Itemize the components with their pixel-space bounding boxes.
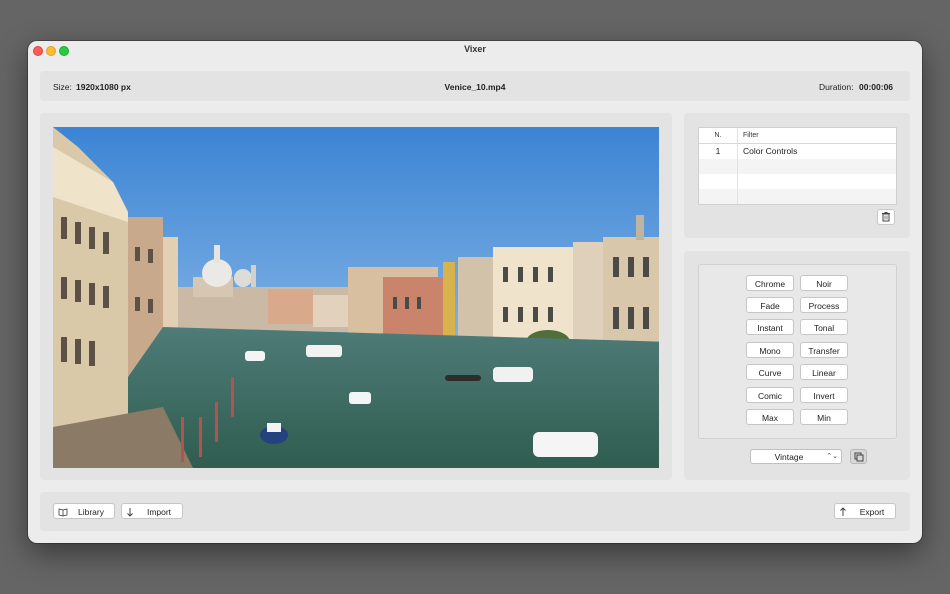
app-window: Vixer Size: 1920x1080 px Venice_10.mp4 D…: [28, 41, 922, 543]
export-button-label: Export: [859, 507, 885, 517]
column-header-number[interactable]: N.: [699, 128, 738, 143]
preset-select-value: Vintage: [774, 452, 804, 462]
file-name: Venice_10.mp4: [444, 82, 506, 92]
copy-icon: [854, 452, 864, 462]
preset-max-button[interactable]: Max: [746, 409, 794, 425]
preset-comic-button[interactable]: Comic: [746, 387, 794, 403]
filters-panel: N. Filter 1 Color Controls: [684, 113, 910, 238]
preset-fade-button[interactable]: Fade: [746, 297, 794, 313]
info-bar: Size: 1920x1080 px Venice_10.mp4 Duratio…: [40, 71, 910, 101]
preset-mono-button[interactable]: Mono: [746, 342, 794, 358]
duration-label: Duration:: [819, 82, 854, 92]
chevron-updown-icon: ⌃⌄: [826, 453, 838, 460]
table-row-empty: [699, 174, 896, 189]
row-filter-name: Color Controls: [743, 146, 798, 156]
table-row-empty: [699, 189, 896, 204]
column-header-filter[interactable]: Filter: [743, 128, 759, 143]
preset-invert-button[interactable]: Invert: [800, 387, 848, 403]
delete-filter-button[interactable]: [877, 209, 895, 225]
window-title: Vixer: [464, 44, 486, 54]
filter-table[interactable]: N. Filter 1 Color Controls: [698, 127, 897, 205]
arrow-down-icon: [127, 508, 133, 517]
presets-panel: Chrome Noir Fade Process Instant Tonal M…: [684, 251, 910, 480]
preset-linear-button[interactable]: Linear: [800, 364, 848, 380]
book-icon: [58, 508, 68, 517]
preset-curve-button[interactable]: Curve: [746, 364, 794, 380]
library-button-label: Library: [78, 507, 104, 517]
table-row-empty: [699, 159, 896, 174]
duration-value: 00:00:06: [859, 82, 894, 92]
video-preview[interactable]: [53, 127, 659, 468]
preset-tonal-button[interactable]: Tonal: [800, 319, 848, 335]
venice-canal-image: [53, 127, 659, 468]
import-button[interactable]: Import: [121, 503, 183, 519]
preset-process-button[interactable]: Process: [800, 297, 848, 313]
trash-icon: [882, 212, 890, 222]
preset-min-button[interactable]: Min: [800, 409, 848, 425]
table-row[interactable]: 1 Color Controls: [699, 144, 896, 159]
preset-instant-button[interactable]: Instant: [746, 319, 794, 335]
library-button[interactable]: Library: [53, 503, 115, 519]
table-header: N. Filter: [699, 128, 896, 144]
row-number: 1: [699, 144, 738, 159]
video-panel: [40, 113, 672, 480]
preset-noir-button[interactable]: Noir: [800, 275, 848, 291]
import-button-label: Import: [146, 507, 172, 517]
bottom-toolbar: Library Import Export: [40, 492, 910, 531]
preset-buttons-group: Chrome Noir Fade Process Instant Tonal M…: [698, 264, 897, 439]
preset-transfer-button[interactable]: Transfer: [800, 342, 848, 358]
export-button[interactable]: Export: [834, 503, 896, 519]
title-bar: Vixer: [28, 41, 922, 59]
arrow-up-icon: [840, 507, 846, 516]
apply-preset-button[interactable]: [850, 449, 867, 464]
preset-select[interactable]: Vintage ⌃⌄: [750, 449, 842, 464]
preset-chrome-button[interactable]: Chrome: [746, 275, 794, 291]
